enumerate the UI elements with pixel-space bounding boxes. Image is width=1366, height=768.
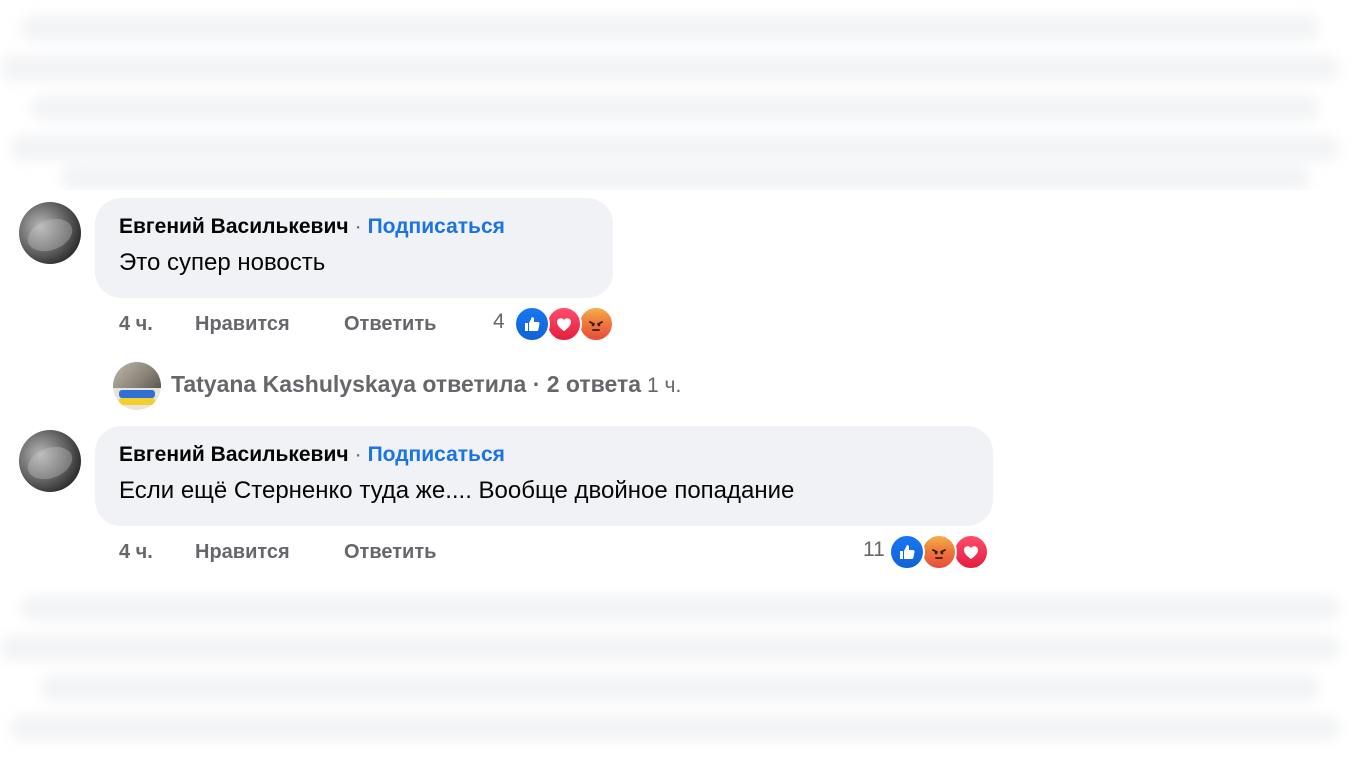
- comment-time[interactable]: 4 ч.: [119, 313, 153, 336]
- author-line: Евгений Василькевич · Подписаться: [119, 442, 969, 468]
- replies-time: 1 ч.: [647, 374, 682, 397]
- reply-avatar: [113, 362, 161, 410]
- separator-dot: ·: [354, 443, 362, 466]
- replies-link[interactable]: Tatyana Kashulyskaya ответила · 2 ответа…: [171, 371, 681, 398]
- subscribe-link[interactable]: Подписаться: [368, 215, 505, 238]
- avatar[interactable]: [19, 430, 81, 492]
- like-button[interactable]: Нравится: [195, 313, 290, 336]
- comment-text: Если ещё Стерненко туда же.... Вообще дв…: [119, 477, 795, 504]
- comment-text: Это супер новость: [119, 249, 326, 276]
- like-icon: [889, 534, 925, 570]
- replies-summary-text[interactable]: Tatyana Kashulyskaya ответила · 2 ответа: [171, 371, 641, 397]
- love-icon: [546, 306, 582, 342]
- blurred-text-bottom: [0, 585, 1366, 768]
- comment-bubble: Евгений Василькевич · Подписаться Это супе…: [95, 198, 613, 298]
- author-line: Евгений Василькевич · Подписаться: [119, 214, 589, 240]
- avatar[interactable]: [19, 202, 81, 264]
- blurred-text-top: [0, 0, 1366, 190]
- author-name[interactable]: Евгений Василькевич: [119, 215, 349, 238]
- comment-time[interactable]: 4 ч.: [119, 541, 153, 564]
- separator-dot: ·: [354, 215, 362, 238]
- reaction-count: 11: [863, 538, 885, 561]
- love-icon: [953, 534, 989, 570]
- reply-button[interactable]: Ответить: [344, 541, 436, 564]
- comment-actions: 4 ч. Нравится Ответить: [119, 541, 436, 567]
- reactions-summary[interactable]: 4: [490, 306, 615, 342]
- reaction-count: 4: [493, 310, 505, 333]
- author-name[interactable]: Евгений Василькевич: [119, 443, 349, 466]
- comment-bubble: Евгений Василькевич · Подписаться Если ещё…: [95, 426, 993, 526]
- angry-icon: [921, 534, 957, 570]
- subscribe-link[interactable]: Подписаться: [368, 443, 505, 466]
- reactions-summary[interactable]: 11: [861, 534, 991, 570]
- reply-button[interactable]: Ответить: [344, 313, 436, 336]
- angry-icon: [578, 306, 614, 342]
- comment-actions: 4 ч. Нравится Ответить: [119, 313, 436, 339]
- like-button[interactable]: Нравится: [195, 541, 290, 564]
- like-icon: [514, 306, 550, 342]
